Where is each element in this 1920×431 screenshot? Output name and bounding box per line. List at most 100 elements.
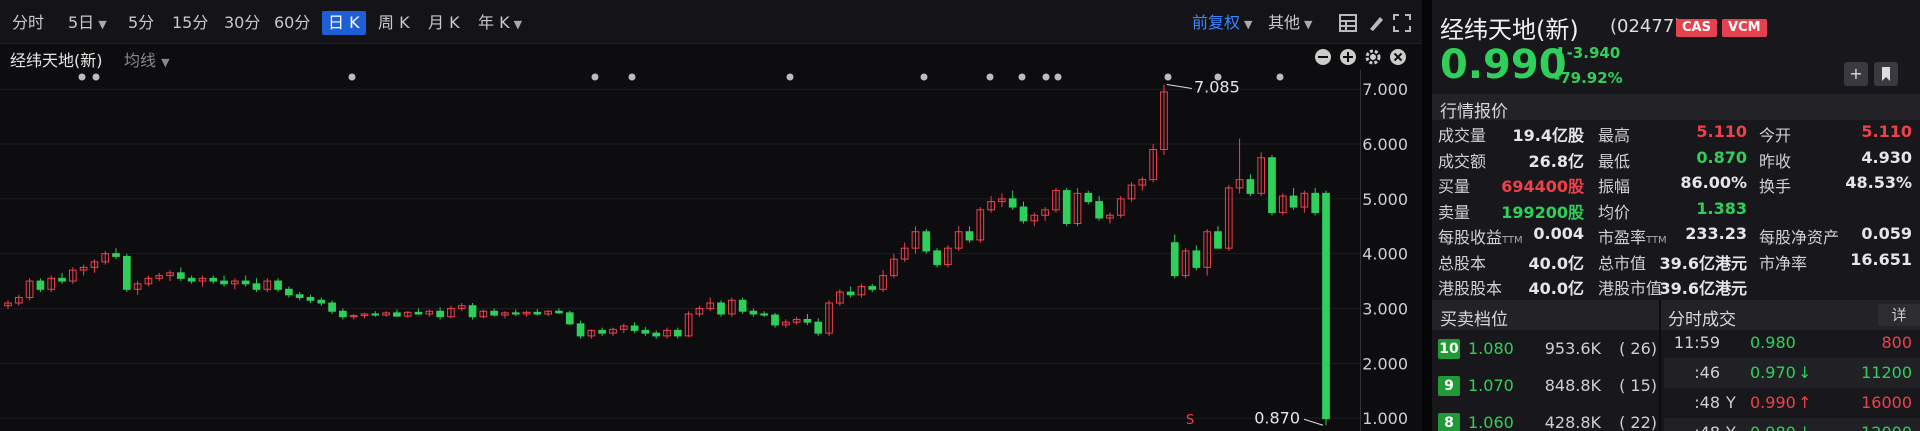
period-tab-label: 60分: [274, 13, 311, 32]
quote-field-label: 最高: [1598, 122, 1630, 146]
event-marker-icon[interactable]: [786, 73, 794, 81]
chevron-down-icon: ▼: [1304, 18, 1313, 31]
close-icon[interactable]: [1389, 48, 1407, 66]
candle-body: [393, 312, 401, 317]
quote-field-label: 总市值: [1598, 250, 1646, 274]
candle-body: [760, 313, 769, 316]
fullscreen-icon[interactable]: [1392, 13, 1412, 33]
period-tab[interactable]: 周 K: [372, 11, 416, 35]
orderbook-volume: 953.6K: [1544, 339, 1601, 358]
candle-body: [803, 318, 812, 323]
period-tab[interactable]: 5日 ▼: [62, 11, 113, 35]
draw-pen-icon[interactable]: [1366, 13, 1386, 33]
last-price: 0.990: [1440, 42, 1567, 88]
stock-name: 经纬天地(新): [1440, 16, 1579, 44]
quote-field-label: 成交额: [1438, 148, 1486, 172]
event-marker-icon[interactable]: [1164, 73, 1172, 81]
event-marker-icon[interactable]: [348, 73, 356, 81]
adjust-label: 前复权: [1192, 13, 1241, 32]
candle-body: [177, 272, 185, 279]
event-marker-icon[interactable]: [78, 73, 86, 81]
quote-field-value: 48.53%: [1845, 173, 1912, 192]
quote-field-label-text: 今开: [1759, 126, 1792, 145]
event-marker-icon[interactable]: [1042, 73, 1050, 81]
period-tab[interactable]: 分时: [6, 11, 50, 35]
candle-body: [1214, 231, 1222, 249]
quote-field-value: 1.383: [1696, 198, 1747, 218]
orderbook-title: 买卖档位: [1440, 310, 1508, 330]
grid-layout-icon[interactable]: [1338, 13, 1358, 33]
period-tab[interactable]: 月 K: [422, 11, 466, 35]
event-marker-icon[interactable]: [986, 73, 994, 81]
settings-gear-icon[interactable]: [1364, 48, 1382, 66]
event-marker-icon[interactable]: [591, 73, 599, 81]
event-marker-icon[interactable]: [1018, 73, 1026, 81]
quote-field-label: 最低: [1598, 148, 1630, 172]
candle-body: [673, 329, 682, 337]
bookmark-button[interactable]: [1874, 62, 1898, 86]
vcm-badge: VCM: [1722, 19, 1767, 37]
period-tab-label: 5分: [128, 13, 155, 32]
adjust-dropdown[interactable]: 前复权 ▼: [1186, 11, 1258, 35]
candle-body: [1311, 192, 1320, 214]
zoom-out-icon[interactable]: [1314, 48, 1332, 66]
period-tab[interactable]: 60分: [268, 11, 316, 35]
ma-indicator-dropdown[interactable]: 均线 ▼: [124, 47, 170, 71]
candle-body: [1192, 250, 1201, 268]
quote-field-label-text: 总股本: [1438, 253, 1487, 273]
ticks-detail-button[interactable]: 详: [1878, 304, 1920, 326]
candle-body: [1170, 242, 1179, 277]
add-watchlist-button[interactable]: +: [1844, 62, 1868, 86]
period-tab[interactable]: 日 K: [322, 11, 366, 35]
chevron-down-icon: ▼: [1244, 18, 1253, 31]
period-tab[interactable]: 30分: [218, 11, 266, 35]
event-marker-icon[interactable]: [1276, 73, 1284, 81]
period-tab[interactable]: 15分: [166, 11, 214, 35]
quote-field-label-text: 市净率: [1759, 253, 1808, 273]
candle-body: [868, 286, 877, 290]
candle-body: [58, 277, 66, 282]
period-tab-label: 5日: [68, 13, 95, 32]
chart-subheader: 经纬天地(新) 均线 ▼: [0, 44, 1422, 70]
orderbook-level-row[interactable]: 9 1.070 848.8K ( 15): [1432, 375, 1659, 399]
min-price-annotation: 0.870: [1254, 408, 1300, 427]
orderbook-level-row[interactable]: 8 1.060 428.8K ( 22): [1432, 412, 1659, 431]
candle-body: [1008, 198, 1017, 208]
candle-body: [749, 310, 758, 315]
period-tab[interactable]: 5分: [122, 11, 160, 35]
quote-field-label: 总股本: [1438, 250, 1486, 274]
quote-field-label-text: 卖量: [1438, 202, 1471, 222]
candle-body: [965, 231, 974, 241]
quote-field-label: 每股净资产: [1759, 224, 1839, 248]
chevron-down-icon: ▼: [98, 18, 107, 31]
orderbook-level-row[interactable]: 10 1.080 953.6K ( 26): [1432, 338, 1659, 362]
period-tab-label: 30分: [224, 13, 261, 32]
zoom-in-icon[interactable]: [1339, 48, 1357, 66]
y-axis-tick-label: 3.000: [1362, 299, 1408, 318]
tick-row: :48 Y 0.980↓ 12000: [1664, 418, 1920, 431]
candle-body: [274, 280, 282, 290]
quote-field-label-text: 每股收益: [1438, 228, 1503, 247]
candle-body: [1289, 195, 1298, 208]
event-marker-icon[interactable]: [920, 73, 928, 81]
price-change-percent: -79.92%: [1554, 69, 1623, 87]
orderbook-volume: 428.8K: [1544, 413, 1601, 431]
chart-symbol-label: 经纬天地(新): [10, 51, 103, 70]
event-marker-icon[interactable]: [92, 73, 100, 81]
chevron-down-icon: ▼: [161, 56, 170, 69]
candle-body: [1062, 190, 1071, 225]
event-marker-icon[interactable]: [1054, 73, 1062, 81]
period-tab[interactable]: 年 K ▼: [472, 11, 528, 35]
tick-price: 0.980: [1750, 333, 1796, 352]
quote-field-value: 4.930: [1861, 147, 1912, 167]
orderbook-level-badge: 8: [1438, 413, 1460, 431]
orderbook-order-count: ( 22): [1619, 413, 1657, 431]
candlestick-chart[interactable]: 7.000 6.000 5.000 4.000 3.000 2.000 1.000 7.085…: [0, 70, 1422, 431]
candle-body: [652, 332, 661, 337]
other-dropdown[interactable]: 其他 ▼: [1262, 11, 1318, 35]
orderbook-level-badge: 10: [1438, 339, 1460, 359]
quote-field-value: 233.23: [1685, 224, 1747, 243]
pane-divider[interactable]: [1422, 0, 1432, 431]
orderbook-volume: 848.8K: [1544, 376, 1601, 395]
event-marker-icon[interactable]: [628, 73, 636, 81]
